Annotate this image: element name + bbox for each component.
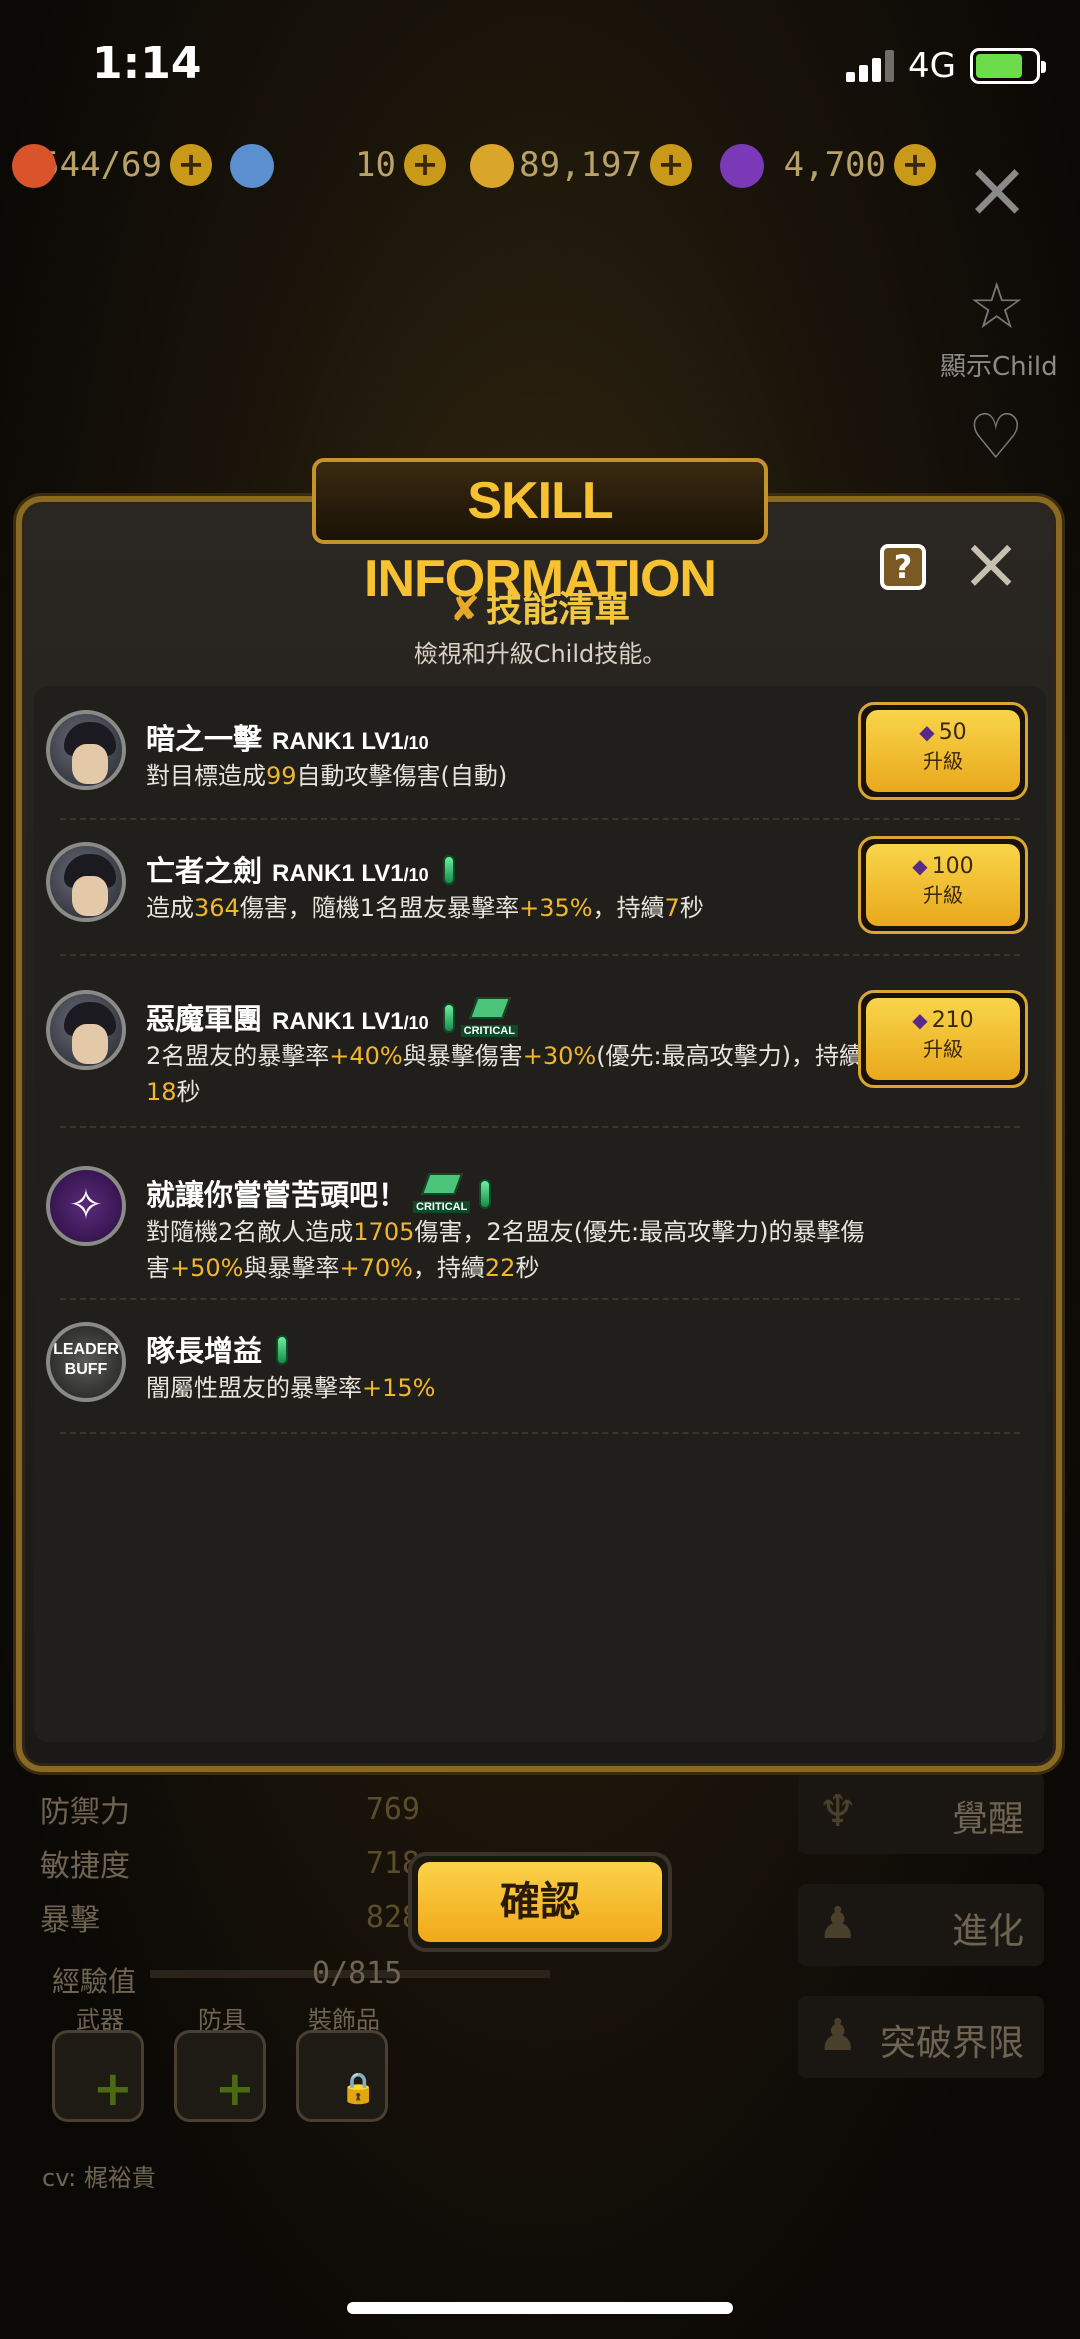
dialog-title: ✘ 技能清單: [449, 589, 631, 630]
divider: [60, 954, 1020, 956]
exp-label: 經驗值: [52, 1965, 137, 1998]
skill-name: 暗之一擊: [146, 722, 263, 756]
show-child-label: 顯示Child: [940, 352, 1058, 382]
plus-icon: +: [92, 2061, 133, 2117]
skill-name: 隊長增益: [146, 1334, 263, 1368]
stat-row: 暴擊 828: [40, 1899, 420, 1939]
heart-icon: [12, 144, 56, 188]
wing-emblem-icon: ✧: [46, 1166, 126, 1246]
upgrade-button[interactable]: ◆ 100 升級: [858, 836, 1028, 934]
resource-gem: 4,700 +: [720, 132, 936, 198]
dialog-banner: SKILL INFORMATION: [312, 458, 768, 608]
skill-rank: RANK1 LV1/10: [272, 1008, 429, 1035]
skill-rank: RANK1 LV1/10: [272, 728, 429, 755]
resource-orb: 10 +: [230, 132, 446, 198]
add-gem-button[interactable]: +: [894, 144, 936, 186]
upgrade-button[interactable]: ◆ 210 升級: [858, 990, 1028, 1088]
crystal-icon: ◆: [912, 854, 928, 878]
voice-actor: cv: 梶裕貴: [42, 2164, 156, 2192]
character-portrait-icon: [46, 710, 126, 790]
skill-name: 惡魔軍團: [146, 1002, 263, 1036]
stat-row: 防禦力 769: [40, 1791, 420, 1831]
skill-rank: RANK1 LV1/10: [272, 860, 429, 887]
crystal-icon: [720, 144, 764, 188]
battery-icon: [970, 48, 1046, 84]
leader-buff-icon: LEADER BUFF: [46, 1322, 126, 1402]
resource-bar: 544/69 + 10 + 89,197 + 4,700 +: [0, 132, 960, 198]
clock: 1:14: [92, 38, 202, 89]
skill-name: 就讓你嘗嘗苦頭吧！: [146, 1178, 408, 1212]
buff-gem-icon: [276, 1335, 289, 1365]
accessory-slot[interactable]: 🔒: [296, 2030, 388, 2122]
add-gold-button[interactable]: +: [650, 144, 692, 186]
network-label: 4G: [908, 46, 956, 86]
divider: [60, 1298, 1020, 1300]
star-icon[interactable]: ☆: [968, 270, 1025, 344]
evolve-icon: ♟: [818, 1898, 858, 1949]
confirm-button[interactable]: 確認: [408, 1852, 672, 1952]
divider: [60, 818, 1020, 820]
wings-icon: ♆: [818, 1786, 858, 1837]
buff-gem-icon: [442, 855, 455, 885]
divider: [60, 1432, 1020, 1434]
armor-slot[interactable]: +: [174, 2030, 266, 2122]
evolve-button[interactable]: ♟ 進化: [798, 1884, 1044, 1966]
lock-icon: 🔒: [339, 2071, 377, 2106]
add-stamina-button[interactable]: +: [170, 144, 212, 186]
dialog-subtitle: 檢視和升級Child技能。: [413, 640, 667, 668]
character-portrait-icon: [46, 990, 126, 1070]
awaken-button[interactable]: ♆ 覺醒: [798, 1772, 1044, 1854]
skill-name: 亡者之劍: [146, 854, 263, 888]
crystal-icon: ◆: [919, 720, 935, 744]
skill-description: 2名盟友的暴擊率+40%與暴擊傷害+30%(優先:最高攻擊力)，持續18秒: [146, 1042, 863, 1106]
divider: [60, 1126, 1020, 1128]
skill-description: 對隨機2名敵人造成1705傷害，2名盟友(優先:最高攻擊力)的暴擊傷害+50%與…: [146, 1218, 865, 1282]
plus-icon: +: [214, 2061, 255, 2117]
exp-value: 0/815: [312, 1956, 403, 1991]
close-icon[interactable]: ×: [962, 151, 1032, 229]
limit-break-button[interactable]: ♟ 突破界限: [798, 1996, 1044, 2078]
skill-description: 對目標造成99自動攻擊傷害(自動): [146, 762, 508, 790]
add-orb-button[interactable]: +: [404, 144, 446, 186]
stats-panel: 防禦力 769 敏捷度 718 暴擊 828: [40, 1782, 420, 1944]
critical-icon: CRITICAL: [413, 1173, 471, 1213]
buff-gem-icon: [479, 1179, 492, 1209]
signal-icon: [846, 50, 898, 82]
skill-description: 闇屬性盟友的暴擊率+15%: [146, 1374, 436, 1402]
coin-icon: [470, 144, 514, 188]
orb-icon: [230, 144, 274, 188]
skill-list-icon: ✘: [449, 589, 481, 630]
stat-row: 敏捷度 718: [40, 1845, 420, 1885]
crystal-icon: ◆: [912, 1008, 928, 1032]
buff-gem-icon: [442, 1003, 455, 1033]
resource-gold: 89,197 +: [470, 132, 692, 198]
character-portrait-icon: [46, 842, 126, 922]
home-indicator[interactable]: [347, 2302, 733, 2314]
skill-description: 造成364傷害，隨機1名盟友暴擊率+35%，持續7秒: [146, 894, 704, 922]
upgrade-button[interactable]: ◆ 50 升級: [858, 702, 1028, 800]
critical-icon: CRITICAL: [460, 997, 518, 1037]
heart-outline-icon[interactable]: ♡: [968, 400, 1024, 473]
weapon-slot[interactable]: +: [52, 2030, 144, 2122]
status-bar: 1:14 4G: [0, 0, 1080, 130]
limit-break-icon: ♟: [818, 2010, 858, 2061]
resource-stamina: 544/69 +: [12, 132, 212, 198]
